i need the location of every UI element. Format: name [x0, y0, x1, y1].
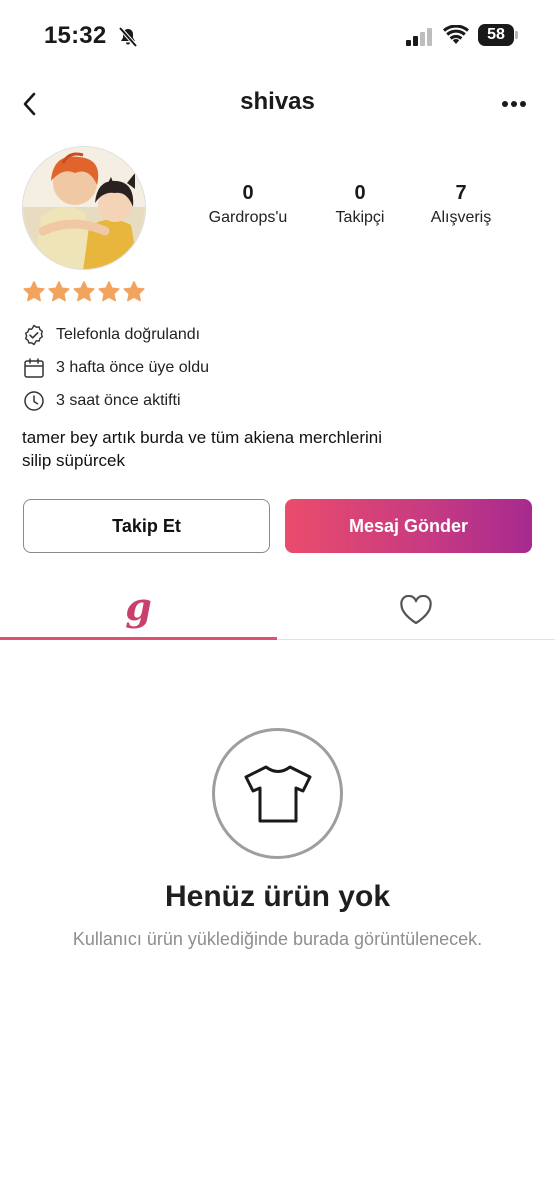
stat-label: Takipçi	[335, 209, 385, 226]
active-tab-indicator	[0, 637, 277, 640]
status-time: 15:32	[44, 22, 107, 49]
info-text: 3 saat önce aktifti	[56, 391, 181, 409]
bio-line: silip süpürcek	[22, 451, 125, 470]
star-icon	[23, 281, 45, 302]
tab-likes[interactable]	[277, 580, 554, 640]
bell-muted-icon	[117, 26, 139, 48]
stat-label: Gardrops'u	[208, 209, 288, 226]
info-phone-verified: Telefonla doğrulandı	[22, 318, 209, 351]
status-bar: 15:32 58	[0, 0, 555, 72]
clock-icon	[22, 389, 46, 413]
battery-indicator: 58	[478, 24, 518, 46]
heart-icon	[399, 595, 432, 625]
avatar-illustration	[23, 147, 145, 269]
profile-bio: tamer bey artık burda ve tüm akiena merc…	[22, 426, 522, 472]
stat-wardrobes[interactable]: 0 Gardrops'u	[193, 182, 303, 227]
gardrops-logo-icon: g	[125, 584, 152, 629]
ellipsis-icon	[502, 101, 526, 107]
more-options-button[interactable]	[497, 92, 531, 116]
avatar[interactable]	[22, 146, 146, 270]
info-last-active: 3 saat önce aktifti	[22, 384, 209, 417]
verified-badge-icon	[22, 323, 46, 347]
star-icon	[123, 281, 145, 302]
stat-followers[interactable]: 0 Takipçi	[317, 182, 403, 227]
profile-stats: 0 Gardrops'u 0 Takipçi 7 Alışveriş	[190, 182, 520, 242]
tshirt-icon	[244, 765, 311, 822]
empty-state-subtitle: Kullanıcı ürün yüklediğinde burada görün…	[72, 929, 483, 949]
info-member-since: 3 hafta önce üye oldu	[22, 351, 209, 384]
star-icon	[98, 281, 120, 302]
tab-wardrobe[interactable]: g	[0, 580, 277, 640]
profile-info-list: Telefonla doğrulandı 3 hafta önce üye ol…	[22, 318, 209, 417]
info-text: 3 hafta önce üye oldu	[56, 358, 210, 376]
stat-purchases[interactable]: 7 Alışveriş	[416, 182, 506, 227]
page-title: shivas	[240, 88, 315, 115]
battery-level: 58	[487, 26, 505, 43]
stat-value: 7	[455, 182, 467, 204]
send-message-button[interactable]: Mesaj Gönder	[285, 499, 532, 553]
stat-value: 0	[354, 182, 366, 204]
wifi-icon	[443, 24, 469, 45]
profile-header: shivas	[0, 78, 555, 130]
stat-label: Alışveriş	[430, 209, 492, 226]
stat-value: 0	[242, 182, 254, 204]
calendar-icon	[22, 356, 46, 380]
info-text: Telefonla doğrulandı	[56, 325, 201, 343]
empty-state-illustration	[212, 728, 343, 859]
star-icon	[73, 281, 95, 302]
cellular-signal-icon	[406, 28, 434, 46]
empty-state-title: Henüz ürün yok	[164, 880, 390, 913]
bio-line: tamer bey artık burda ve tüm akiena merc…	[22, 428, 382, 447]
follow-button[interactable]: Takip Et	[23, 499, 270, 553]
star-icon	[48, 281, 70, 302]
profile-tabs: g	[0, 580, 555, 640]
rating-stars[interactable]	[22, 280, 146, 306]
